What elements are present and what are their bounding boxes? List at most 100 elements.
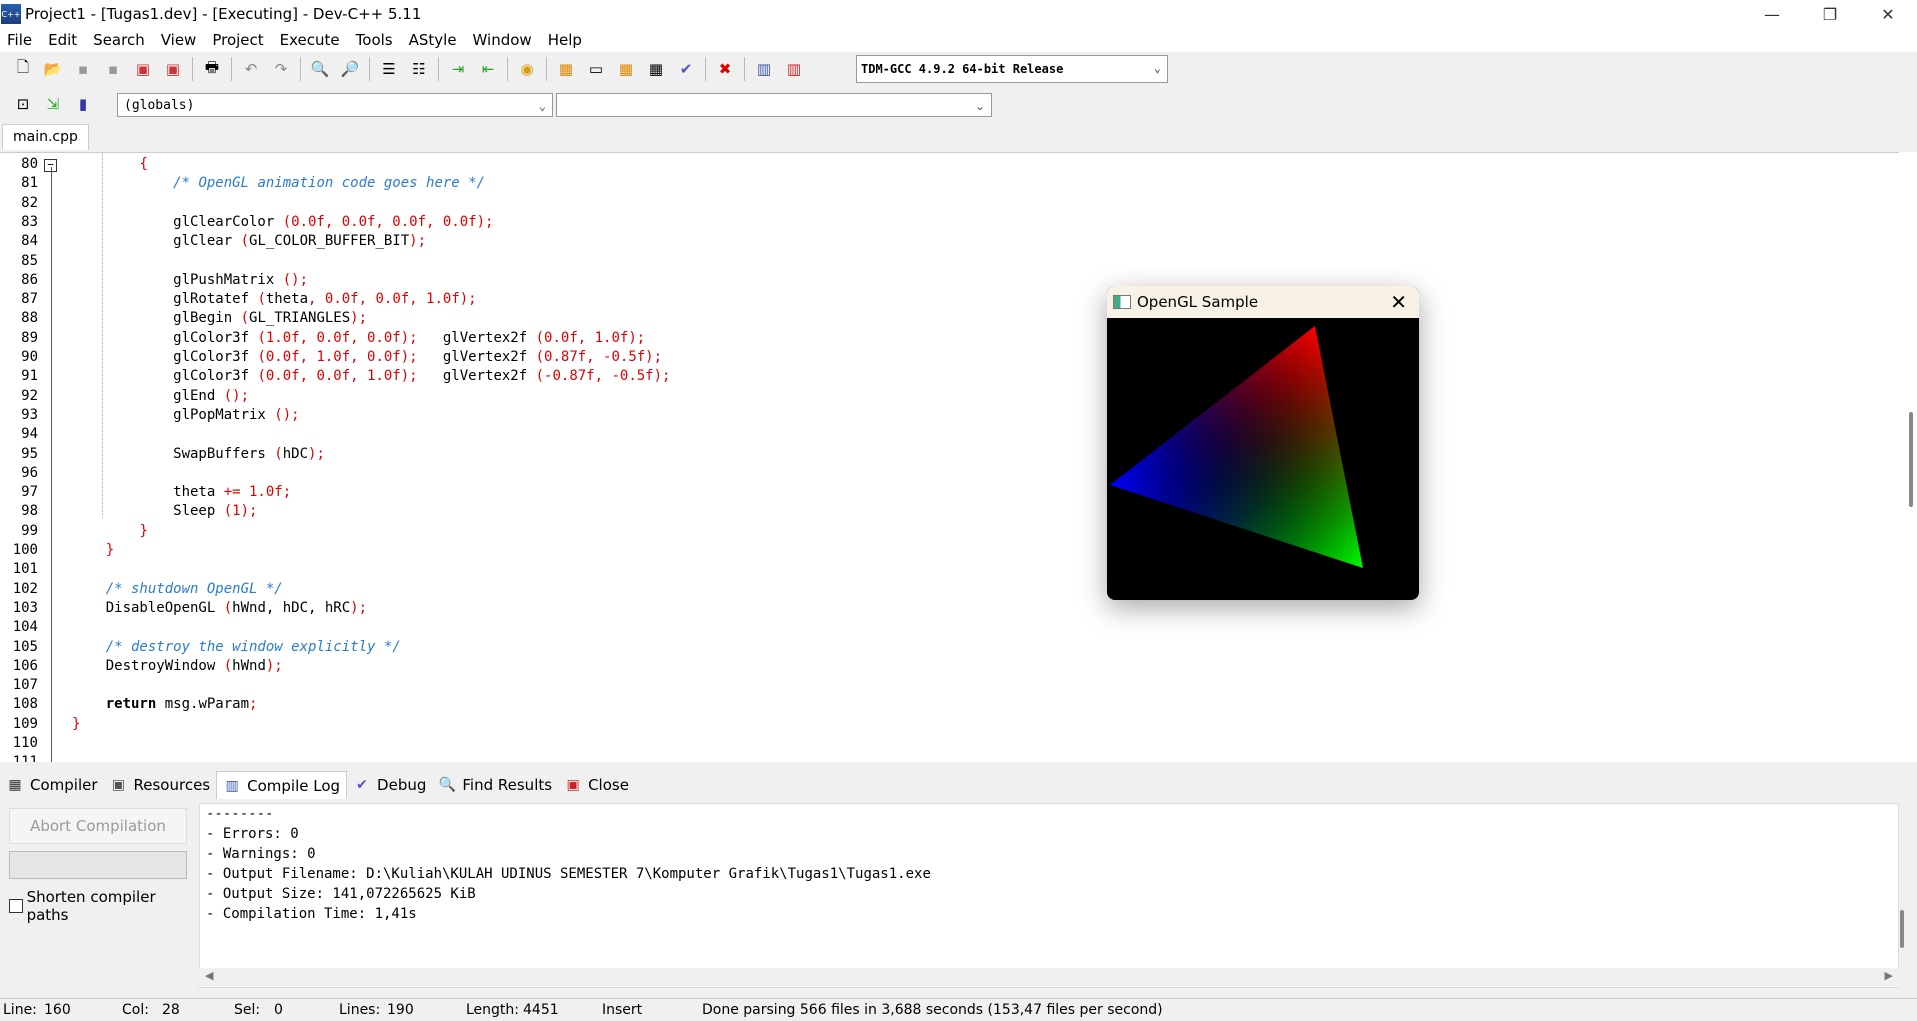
- tab-compile-log[interactable]: ▥ Compile Log: [216, 771, 348, 799]
- remove-from-project-icon[interactable]: ⇤: [475, 56, 501, 82]
- code-line[interactable]: 85: [0, 252, 1900, 271]
- unindent-icon[interactable]: ☷: [406, 56, 432, 82]
- menu-execute[interactable]: Execute: [272, 31, 348, 49]
- line-text: /* destroy the window explicitly */: [105, 638, 401, 655]
- code-line[interactable]: 102 /* shutdown OpenGL */: [0, 580, 1900, 599]
- code-line[interactable]: 87 glRotatef (theta, 0.0f, 0.0f, 1.0f);: [0, 290, 1900, 309]
- code-line[interactable]: 84 glClear (GL_COLOR_BUFFER_BIT);: [0, 232, 1900, 251]
- close-file-icon[interactable]: ▣: [130, 56, 156, 82]
- code-line[interactable]: 90 glColor3f (0.0f, 1.0f, 0.0f); glVerte…: [0, 348, 1900, 367]
- code-line[interactable]: 82: [0, 194, 1900, 213]
- maximize-button[interactable]: ❐: [1801, 0, 1859, 28]
- minimize-button[interactable]: —: [1743, 0, 1801, 28]
- menu-view[interactable]: View: [153, 31, 205, 49]
- print-icon[interactable]: 🖶: [199, 56, 225, 82]
- new-file-icon[interactable]: 🗋: [10, 56, 36, 82]
- log-scroll-thumb[interactable]: [1900, 910, 1904, 948]
- code-line[interactable]: 108 return msg.wParam;: [0, 695, 1900, 714]
- tab-find-results[interactable]: 🔍 Find Results: [432, 771, 558, 799]
- code-line[interactable]: 86 glPushMatrix ();: [0, 271, 1900, 290]
- code-line[interactable]: 88 glBegin (GL_TRIANGLES);: [0, 309, 1900, 328]
- scroll-thumb[interactable]: [1909, 412, 1913, 507]
- code-line[interactable]: 101: [0, 560, 1900, 579]
- code-line[interactable]: 92 glEnd ();: [0, 387, 1900, 406]
- log-line: - Warnings: 0: [206, 846, 316, 862]
- scroll-right-icon[interactable]: ▶: [1885, 969, 1893, 982]
- code-line[interactable]: 103 DisableOpenGL (hWnd, hDC, hRC);: [0, 599, 1900, 618]
- code-line[interactable]: 96: [0, 464, 1900, 483]
- bookmark-icon[interactable]: ▮: [70, 91, 96, 117]
- tab-resources[interactable]: ▣ Resources: [104, 771, 217, 799]
- insert-icon[interactable]: ⇲: [40, 91, 66, 117]
- menu-file[interactable]: File: [0, 31, 40, 49]
- menu-search[interactable]: Search: [85, 31, 153, 49]
- run-icon[interactable]: ▭: [583, 56, 609, 82]
- profile-icon[interactable]: ▥: [751, 56, 777, 82]
- open-file-icon[interactable]: 📂: [40, 56, 66, 82]
- shorten-paths-checkbox[interactable]: [9, 899, 23, 913]
- code-editor[interactable]: 80 {−81 /* OpenGL animation code goes he…: [0, 152, 1917, 762]
- menu-tools[interactable]: Tools: [348, 31, 401, 49]
- add-to-project-icon[interactable]: ⇥: [445, 56, 471, 82]
- code-line[interactable]: 105 /* destroy the window explicitly */: [0, 638, 1900, 657]
- code-line[interactable]: 80 {−: [0, 155, 1900, 174]
- goto-icon[interactable]: ⊡: [10, 91, 36, 117]
- menu-help[interactable]: Help: [540, 31, 590, 49]
- compile-log-output[interactable]: -------- - Errors: 0 - Warnings: 0 - Out…: [199, 803, 1899, 988]
- status-col: 28: [162, 1002, 180, 1018]
- syntax-check-icon[interactable]: ✔: [673, 56, 699, 82]
- compile-icon[interactable]: ▦: [553, 56, 579, 82]
- delete-profile-icon[interactable]: ▥: [781, 56, 807, 82]
- undo-icon[interactable]: ↶: [238, 56, 264, 82]
- menu-window[interactable]: Window: [465, 31, 540, 49]
- code-line[interactable]: 93 glPopMatrix ();: [0, 406, 1900, 425]
- close-button[interactable]: ✕: [1859, 0, 1917, 28]
- code-line[interactable]: 99 }: [0, 522, 1900, 541]
- tab-close[interactable]: ▣ Close: [558, 771, 635, 799]
- code-line[interactable]: 83 glClearColor (0.0f, 0.0f, 0.0f, 0.0f)…: [0, 213, 1900, 232]
- code-line[interactable]: 98 Sleep (1);: [0, 502, 1900, 521]
- code-line[interactable]: 110: [0, 734, 1900, 753]
- project-options-icon[interactable]: ◉: [514, 56, 540, 82]
- replace-icon[interactable]: 🔎: [337, 56, 363, 82]
- find-icon[interactable]: 🔍: [307, 56, 333, 82]
- code-line[interactable]: 91 glColor3f (0.0f, 0.0f, 1.0f); glVerte…: [0, 367, 1900, 386]
- redo-icon[interactable]: ↷: [268, 56, 294, 82]
- code-line[interactable]: 109}: [0, 715, 1900, 734]
- tab-label: Find Results: [462, 776, 553, 794]
- close-icon[interactable]: ✕: [1390, 290, 1407, 314]
- menu-project[interactable]: Project: [204, 31, 271, 49]
- menu-edit[interactable]: Edit: [40, 31, 85, 49]
- tab-main-cpp[interactable]: main.cpp: [2, 124, 89, 150]
- tab-debug[interactable]: ✔ Debug: [347, 771, 432, 799]
- code-line[interactable]: 107: [0, 676, 1900, 695]
- code-line[interactable]: 81 /* OpenGL animation code goes here */: [0, 174, 1900, 193]
- code-line[interactable]: 106 DestroyWindow (hWnd);: [0, 657, 1900, 676]
- class-select[interactable]: (globals) ⌄: [117, 93, 553, 117]
- abort-compilation-button[interactable]: Abort Compilation: [9, 808, 187, 844]
- rebuild-icon[interactable]: ▦: [643, 56, 669, 82]
- tab-compiler[interactable]: ▦ Compiler: [0, 771, 104, 799]
- indent-icon[interactable]: ☰: [376, 56, 402, 82]
- shorten-paths-option[interactable]: Shorten compiler paths: [9, 888, 196, 924]
- function-select[interactable]: ⌄: [556, 93, 992, 117]
- editor-vertical-scrollbar[interactable]: [1899, 152, 1917, 762]
- compile-run-icon[interactable]: ▦: [613, 56, 639, 82]
- scroll-left-icon[interactable]: ◀: [205, 969, 213, 982]
- menu-astyle[interactable]: AStyle: [401, 31, 465, 49]
- opengl-title-bar[interactable]: OpenGL Sample ✕: [1107, 286, 1419, 318]
- close-all-icon[interactable]: ▣: [160, 56, 186, 82]
- save-all-icon[interactable]: ▪: [100, 56, 126, 82]
- code-line[interactable]: 95 SwapBuffers (hDC);: [0, 445, 1900, 464]
- save-icon[interactable]: ▪: [70, 56, 96, 82]
- log-horizontal-scrollbar[interactable]: ◀ ▶: [199, 968, 1899, 986]
- compiler-select[interactable]: TDM-GCC 4.9.2 64-bit Release ⌄: [856, 55, 1168, 83]
- code-line[interactable]: 94: [0, 425, 1900, 444]
- stop-execution-icon[interactable]: ✖: [712, 56, 738, 82]
- code-line[interactable]: 89 glColor3f (1.0f, 0.0f, 0.0f); glVerte…: [0, 329, 1900, 348]
- code-line[interactable]: 104: [0, 618, 1900, 637]
- code-line[interactable]: 97 theta += 1.0f;: [0, 483, 1900, 502]
- code-line[interactable]: 111: [0, 753, 1900, 762]
- code-line[interactable]: 100 }: [0, 541, 1900, 560]
- opengl-sample-window[interactable]: OpenGL Sample ✕: [1107, 286, 1419, 600]
